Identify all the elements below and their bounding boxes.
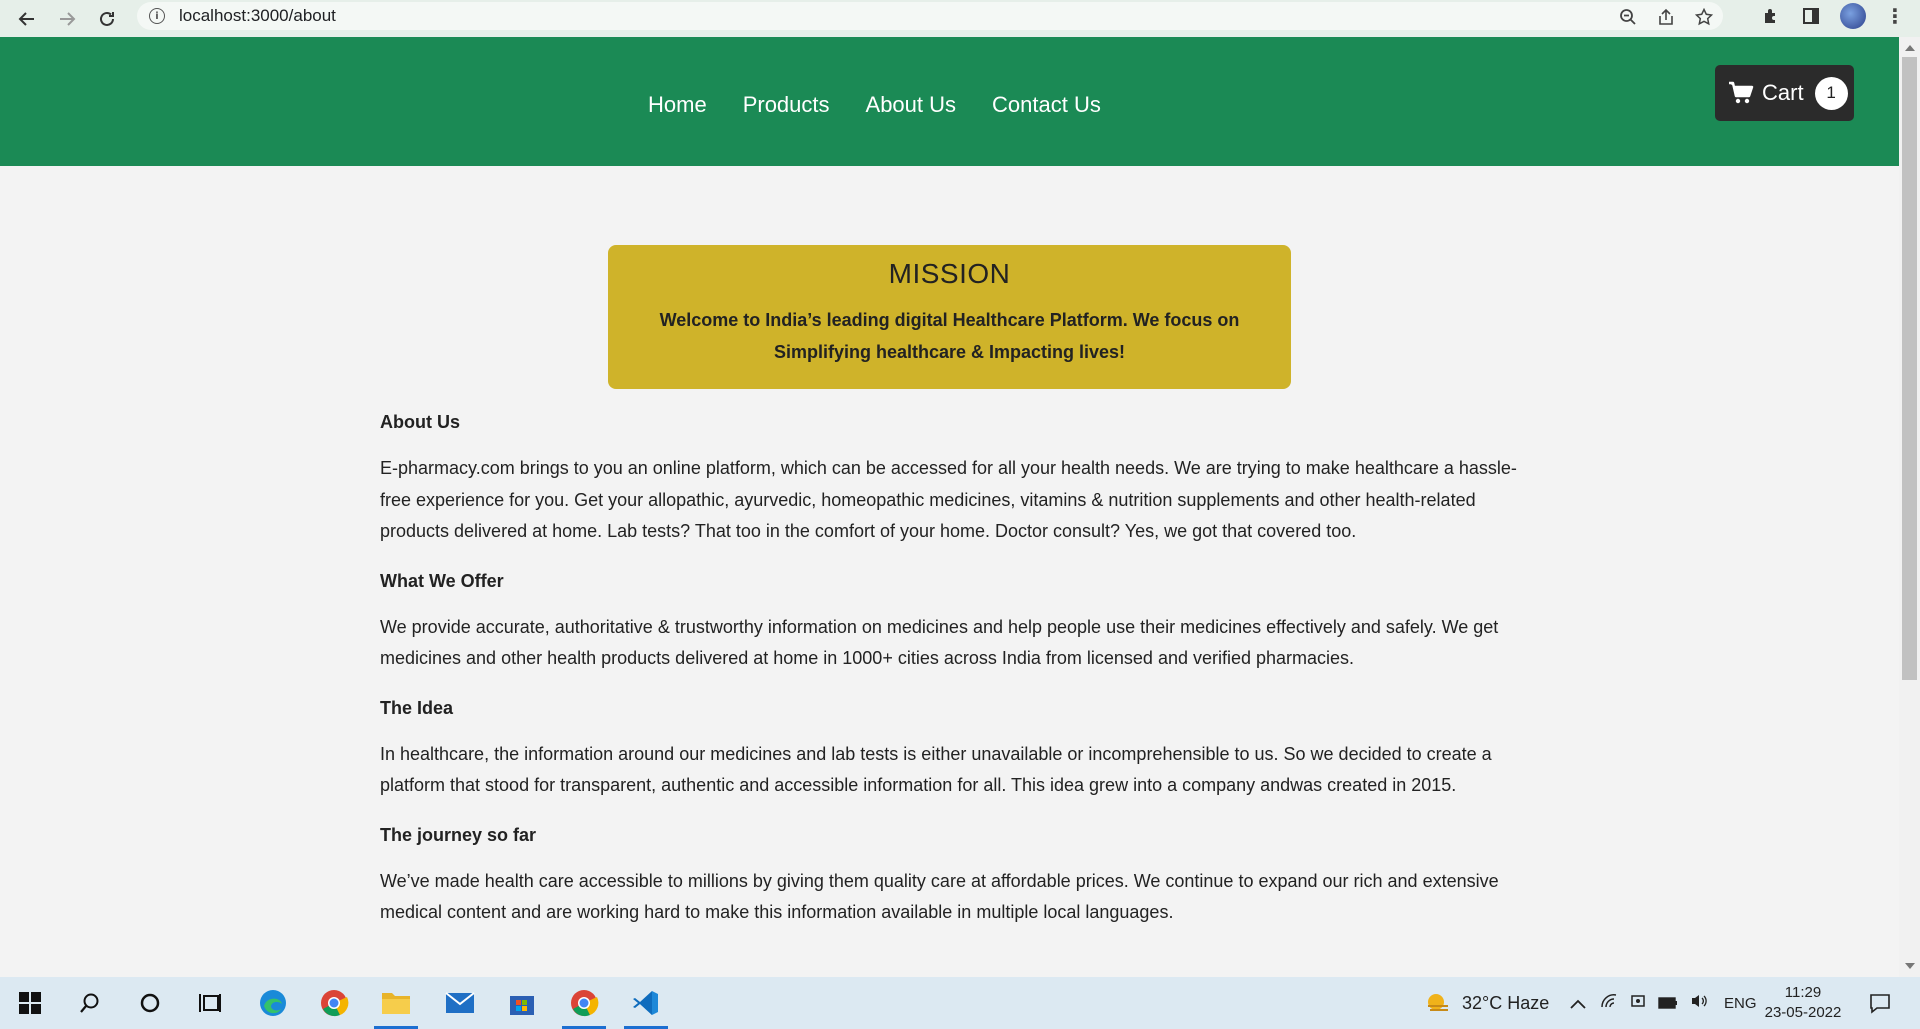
cortana-circle-icon[interactable]	[134, 987, 166, 1019]
side-panel-icon[interactable]	[1800, 5, 1822, 27]
clock-time: 11:29	[1784, 984, 1822, 1001]
windows-taskbar: 32°C Haze ENG 11:29 23-05-2022	[0, 977, 1920, 1029]
edge-browser-icon[interactable]	[257, 987, 289, 1019]
section-body-the-idea: In healthcare, the information around ou…	[380, 743, 1492, 796]
notification-icon[interactable]	[1864, 987, 1896, 1019]
microsoft-store-icon[interactable]	[506, 987, 538, 1019]
page-scrollbar[interactable]	[1899, 37, 1920, 977]
battery-icon[interactable]	[1658, 993, 1678, 1014]
section-title-journey: The journey so far	[380, 824, 537, 845]
nav-link-products[interactable]: Products	[743, 92, 830, 118]
extensions-puzzle-icon[interactable]	[1760, 5, 1782, 27]
show-hidden-chevron-icon[interactable]	[1570, 993, 1586, 1014]
bookmark-star-icon[interactable]	[1693, 6, 1715, 28]
search-icon[interactable]	[74, 987, 106, 1019]
weather-text: 32°C Haze	[1462, 992, 1550, 1013]
chrome-active-icon[interactable]	[562, 987, 606, 1029]
about-content: About Us E-pharmacy.com brings to you an…	[380, 412, 1530, 952]
meet-now-icon[interactable]	[1630, 993, 1646, 1014]
weather-widget[interactable]: 32°C Haze	[1424, 977, 1549, 1029]
mission-title: MISSION	[888, 258, 1011, 289]
tray-icons: ENG	[1570, 977, 1757, 1029]
section-body-journey: We’ve made health care accessible to mil…	[380, 870, 1499, 923]
system-clock[interactable]: 11:29 23-05-2022	[1764, 983, 1842, 1023]
back-arrow-icon[interactable]	[13, 5, 41, 33]
scroll-up-arrow-icon[interactable]	[1905, 45, 1915, 51]
clock-date: 23-05-2022	[1764, 1004, 1842, 1021]
share-icon[interactable]	[1655, 6, 1677, 28]
nav-link-about-us[interactable]: About Us	[866, 92, 957, 118]
site-info-icon[interactable]: i	[149, 8, 165, 24]
cart-label: Cart	[1762, 80, 1804, 105]
haze-weather-icon	[1428, 994, 1448, 1011]
windows-start-icon[interactable]	[14, 987, 46, 1019]
section-body-what-we-offer: We provide accurate, authoritative & tru…	[380, 616, 1499, 669]
mail-icon[interactable]	[444, 987, 476, 1019]
section-title-about-us: About Us	[380, 412, 460, 432]
task-view-icon[interactable]	[194, 987, 226, 1019]
volume-icon[interactable]	[1690, 993, 1708, 1014]
nav-link-contact-us[interactable]: Contact Us	[992, 92, 1101, 118]
forward-arrow-icon[interactable]	[53, 5, 81, 33]
cart-count-badge: 1	[1814, 76, 1848, 110]
main-nav: Home Products About Us Contact Us	[648, 92, 1137, 118]
section-title-the-idea: The Idea	[380, 697, 454, 718]
section-title-what-we-offer: What We Offer	[380, 570, 504, 591]
url-text[interactable]: localhost:3000/about	[179, 6, 336, 26]
cart-button[interactable]: Cart 1	[1715, 65, 1854, 121]
reload-icon[interactable]	[93, 5, 121, 33]
scroll-down-arrow-icon[interactable]	[1905, 963, 1915, 969]
site-header: Home Products About Us Contact Us Cart 1	[0, 37, 1899, 166]
file-explorer-icon[interactable]	[374, 987, 418, 1029]
shopping-cart-icon	[1729, 81, 1754, 104]
language-indicator[interactable]: ENG	[1724, 995, 1757, 1012]
vscode-icon[interactable]	[624, 987, 668, 1029]
mission-card: MISSION Welcome to India’s leading digit…	[608, 245, 1291, 389]
scrollbar-thumb[interactable]	[1902, 57, 1917, 680]
profile-avatar[interactable]	[1840, 3, 1866, 29]
address-bar[interactable]: i localhost:3000/about	[137, 2, 1723, 30]
nav-link-home[interactable]: Home	[648, 92, 707, 118]
section-body-about-us: E-pharmacy.com brings to you an online p…	[380, 458, 1517, 541]
chrome-icon[interactable]	[318, 987, 350, 1019]
menu-kebab-icon[interactable]: ⋮	[1884, 5, 1906, 28]
browser-toolbar: i localhost:3000/about ⋮	[0, 0, 1920, 37]
network-icon[interactable]	[1600, 993, 1618, 1014]
mission-text: Welcome to India’s leading digital Healt…	[659, 310, 1240, 362]
zoom-icon[interactable]	[1617, 6, 1639, 28]
